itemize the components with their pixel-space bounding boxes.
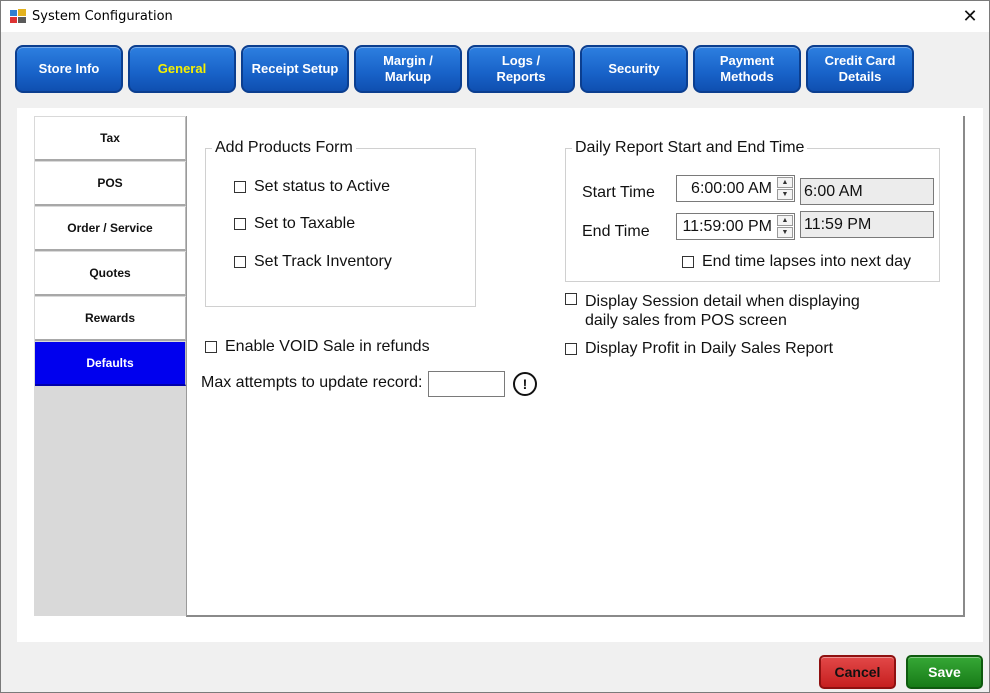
- sidebar-item-tax[interactable]: Tax: [35, 117, 186, 161]
- end-time-lapse-checkbox[interactable]: End time lapses into next day: [682, 253, 911, 271]
- display-session-label-line1: Display Session detail when displaying: [585, 293, 860, 310]
- enable-void-label: Enable VOID Sale in refunds: [225, 338, 430, 355]
- checkbox-box[interactable]: [682, 256, 694, 268]
- app-icon: [10, 9, 26, 23]
- window-title: System Configuration: [32, 9, 173, 24]
- close-icon[interactable]: ✕: [959, 5, 981, 27]
- max-attempts-input[interactable]: [428, 371, 505, 397]
- title-bar: System Configuration ✕: [1, 1, 989, 32]
- spinner-up-icon[interactable]: ▲: [777, 215, 793, 226]
- track-inventory-label: Set Track Inventory: [254, 253, 392, 270]
- set-active-label: Set status to Active: [254, 178, 391, 195]
- checkbox-box[interactable]: [234, 256, 246, 268]
- set-taxable-label: Set to Taxable: [254, 215, 356, 232]
- display-profit-checkbox[interactable]: Display Profit in Daily Sales Report: [565, 340, 833, 358]
- start-time-label: Start Time: [582, 184, 655, 201]
- checkbox-box[interactable]: [205, 341, 217, 353]
- sidebar-item-pos[interactable]: POS: [35, 162, 186, 206]
- enable-void-checkbox[interactable]: Enable VOID Sale in refunds: [205, 338, 430, 356]
- checkbox-box[interactable]: [565, 293, 577, 305]
- end-time-display: 11:59 PM: [800, 211, 934, 238]
- tab-security[interactable]: Security: [580, 45, 688, 93]
- spinner-up-icon[interactable]: ▲: [777, 177, 793, 188]
- sidebar-item-quotes[interactable]: Quotes: [35, 252, 186, 296]
- sidebar-item-rewards[interactable]: Rewards: [35, 297, 186, 341]
- end-time-lapse-label: End time lapses into next day: [702, 253, 912, 270]
- add-products-legend: Add Products Form: [212, 139, 356, 157]
- tab-payment-methods[interactable]: Payment Methods: [693, 45, 801, 93]
- tab-credit-card-details[interactable]: Credit Card Details: [806, 45, 914, 93]
- track-inventory-checkbox[interactable]: Set Track Inventory: [234, 253, 392, 271]
- start-time-value[interactable]: 6:00:00 AM: [691, 180, 772, 198]
- tab-general[interactable]: General: [128, 45, 236, 93]
- info-icon[interactable]: !: [513, 372, 537, 396]
- set-taxable-checkbox[interactable]: Set to Taxable: [234, 215, 355, 233]
- sidebar-item-order-service[interactable]: Order / Service: [35, 207, 186, 251]
- tab-store-info[interactable]: Store Info: [15, 45, 123, 93]
- save-button[interactable]: Save: [906, 655, 983, 689]
- checkbox-box[interactable]: [234, 181, 246, 193]
- display-session-label-line2: daily sales from POS screen: [585, 312, 787, 329]
- checkbox-box[interactable]: [234, 218, 246, 230]
- spinner-down-icon[interactable]: ▼: [777, 227, 793, 238]
- start-time-spinner[interactable]: 6:00:00 AM ▲ ▼: [676, 175, 795, 202]
- end-time-label: End Time: [582, 223, 650, 240]
- config-window: System Configuration ✕ Store Info Genera…: [0, 0, 990, 693]
- cancel-button[interactable]: Cancel: [819, 655, 896, 689]
- spinner-down-icon[interactable]: ▼: [777, 189, 793, 200]
- start-time-display: 6:00 AM: [800, 178, 934, 205]
- sidebar-item-defaults[interactable]: Defaults: [35, 342, 186, 386]
- set-active-checkbox[interactable]: Set status to Active: [234, 178, 390, 196]
- daily-report-legend: Daily Report Start and End Time: [572, 139, 808, 157]
- end-time-spinner[interactable]: 11:59:00 PM ▲ ▼: [676, 213, 795, 240]
- end-time-value[interactable]: 11:59:00 PM: [682, 218, 772, 236]
- display-session-checkbox[interactable]: Display Session detail when displaying d…: [565, 292, 860, 330]
- tab-logs-reports[interactable]: Logs / Reports: [467, 45, 575, 93]
- checkbox-box[interactable]: [565, 343, 577, 355]
- tab-receipt-setup[interactable]: Receipt Setup: [241, 45, 349, 93]
- max-attempts-label: Max attempts to update record:: [201, 374, 423, 391]
- tab-margin-markup[interactable]: Margin / Markup: [354, 45, 462, 93]
- display-profit-label: Display Profit in Daily Sales Report: [585, 340, 834, 357]
